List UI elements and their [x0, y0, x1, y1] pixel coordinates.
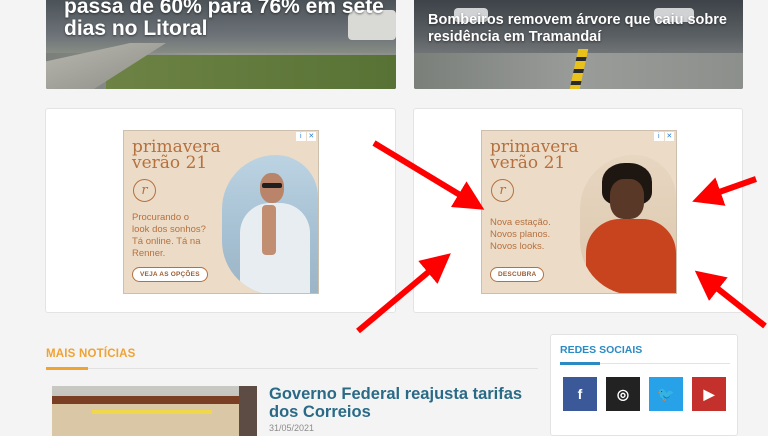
news-item-thumbnail[interactable]: [52, 386, 257, 436]
news-item-date: 31/05/2021: [269, 423, 315, 433]
hero-news-card-left[interactable]: passa de 60% para 76% em sete dias no Li…: [46, 0, 396, 89]
ad-banner-left[interactable]: i ✕ primavera verão 21 r Procurando o loo…: [123, 130, 319, 294]
ad-container-right: i ✕ primavera verão 21 r Nova estação. No…: [413, 108, 743, 313]
ad-container-left: i ✕ primavera verão 21 r Procurando o loo…: [45, 108, 396, 313]
hero-image-grass: [106, 55, 396, 89]
page: passa de 60% para 76% em sete dias no Li…: [0, 0, 768, 436]
news-item-title[interactable]: Governo Federal reajusta tarifas dos Cor…: [269, 385, 549, 421]
twitter-icon[interactable]: 🐦: [649, 377, 683, 411]
ad-logo-icon: r: [491, 179, 514, 202]
ad-model-photo: [580, 155, 676, 293]
section-accent-bar: [46, 367, 88, 370]
hero-right-title[interactable]: Bombeiros removem árvore que caiu sobre …: [428, 12, 728, 45]
youtube-icon[interactable]: ▶: [692, 377, 726, 411]
ad-banner-right[interactable]: i ✕ primavera verão 21 r Nova estação. No…: [481, 130, 677, 294]
social-accent-bar: [560, 362, 600, 365]
ad-choices-icon[interactable]: i ✕: [296, 132, 316, 141]
ad-choices-icon[interactable]: i ✕: [654, 132, 674, 141]
ad-brand: primavera verão 21: [490, 137, 579, 174]
section-divider: [46, 368, 538, 369]
ad-cta-button[interactable]: DESCUBRA: [490, 267, 545, 282]
ad-logo-icon: r: [133, 179, 156, 202]
ad-brand: primavera verão 21: [132, 137, 221, 174]
section-title-more-news: MAIS NOTÍCIAS: [46, 348, 136, 360]
instagram-icon[interactable]: ◎: [606, 377, 640, 411]
social-widget: REDES SOCIAIS f ◎ 🐦 ▶: [550, 334, 738, 436]
ad-copy: Nova estação. Novos planos. Novos looks.: [490, 217, 551, 252]
social-widget-title: REDES SOCIAIS: [560, 344, 643, 356]
facebook-icon[interactable]: f: [563, 377, 597, 411]
ad-model-photo: [222, 155, 318, 293]
ad-copy: Procurando o look dos sonhos? Tá online.…: [132, 212, 206, 259]
hero-left-title[interactable]: passa de 60% para 76% em sete dias no Li…: [64, 0, 384, 40]
hero-news-card-right[interactable]: Bombeiros removem árvore que caiu sobre …: [414, 0, 743, 89]
ad-cta-button[interactable]: VEJA AS OPÇÕES: [132, 267, 208, 282]
